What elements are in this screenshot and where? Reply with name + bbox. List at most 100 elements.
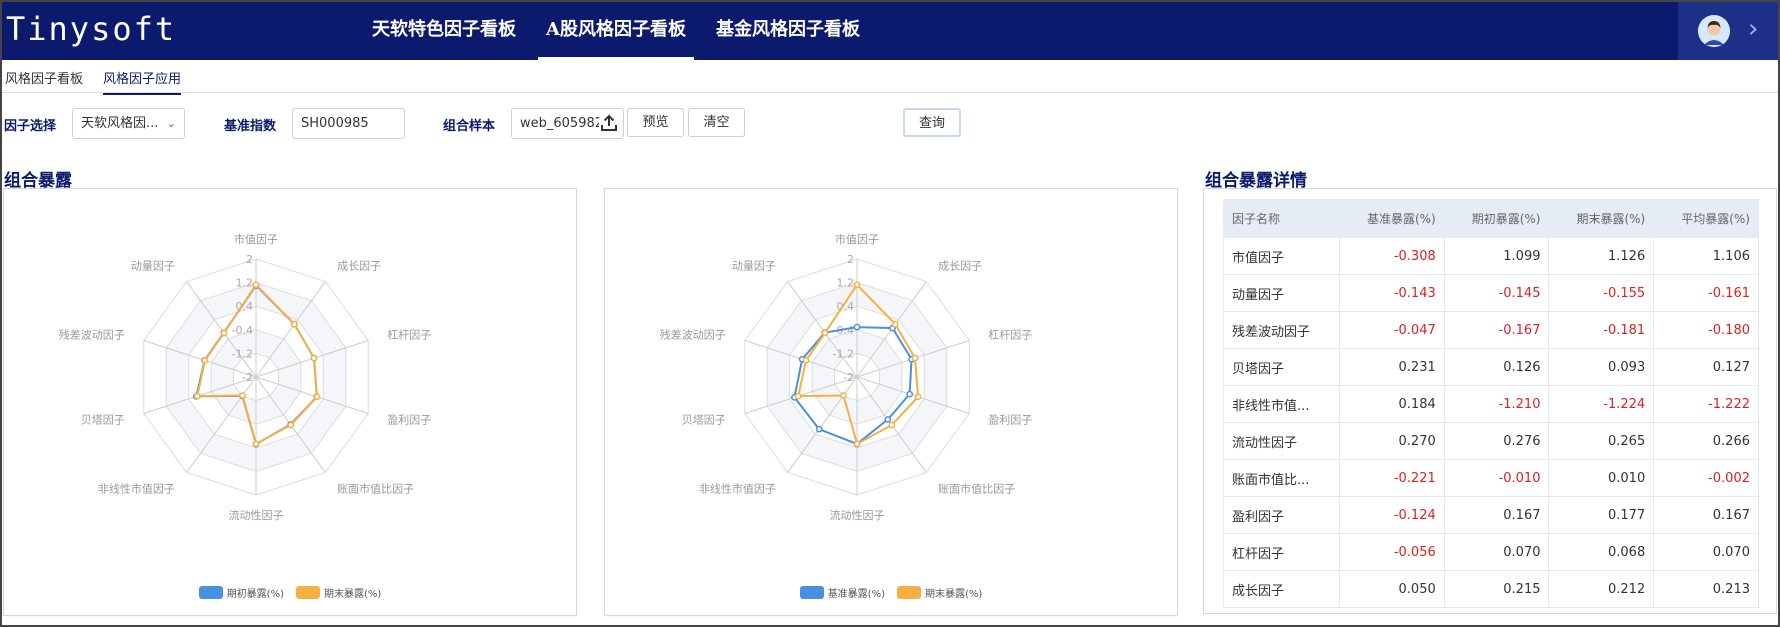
radar-data-point	[794, 392, 802, 400]
factor-name-cell: 贝塔因子	[1222, 348, 1341, 386]
benchmark-input[interactable]: SH000985	[292, 108, 405, 139]
value-cell: 0.010	[1548, 459, 1655, 497]
value-cell: -0.056	[1339, 533, 1445, 571]
radar-data-point	[193, 392, 201, 400]
value-cell: 0.167	[1443, 496, 1550, 534]
radar-chart-1: 21.20.4-0.4-1.2-2市值因子成长因子杠杆因子盈利因子账面市值比因子…	[59, 232, 431, 522]
radar-chart-2: 21.20.4-0.4-1.2-2市值因子成长因子杠杆因子盈利因子账面市值比因子…	[660, 232, 1032, 522]
top-nav: 天软特色因子看板 A股风格因子看板 基金风格因子看板	[364, 2, 882, 60]
clear-button[interactable]: 清空	[688, 108, 745, 137]
nav-tab-fund-style[interactable]: 基金风格因子看板	[708, 2, 868, 60]
value-cell: -0.143	[1339, 274, 1445, 312]
value-cell: -0.181	[1548, 311, 1655, 349]
value-cell: 0.215	[1443, 570, 1550, 608]
radar-tick-label: -0.4	[232, 324, 253, 337]
value-cell: -0.124	[1339, 496, 1445, 534]
chevron-right-icon[interactable]: ›	[1748, 14, 1758, 44]
table-row: 盈利因子 -0.124 0.167 0.177 0.167	[1222, 496, 1759, 534]
value-cell: -0.155	[1548, 274, 1655, 312]
radar-data-point	[220, 329, 228, 337]
column-header: 平均暴露(%)	[1653, 199, 1759, 238]
chart-legend-2: 基准暴露(%) 期末暴露(%)	[605, 585, 1177, 600]
subtab-style-application[interactable]: 风格因子应用	[103, 68, 182, 95]
legend-swatch-blue	[799, 586, 824, 599]
radar-tick-label: 1.2	[837, 277, 855, 290]
radar-tick-label: -2	[242, 371, 253, 384]
value-cell: -0.002	[1653, 459, 1759, 497]
factor-name-cell: 盈利因子	[1222, 496, 1341, 534]
value-cell: 0.265	[1548, 422, 1655, 460]
legend-swatch-orange	[296, 586, 320, 599]
subtab-style-board[interactable]: 风格因子看板	[5, 68, 83, 87]
nav-tab-a-share-style[interactable]: A股风格因子看板	[538, 2, 694, 60]
legend-item[interactable]: 期末暴露(%)	[897, 585, 982, 600]
sample-input[interactable]: web_6059828	[511, 108, 624, 139]
radar-indicator-label: 市值因子	[835, 232, 879, 246]
radar-indicator-label: 流动性因子	[229, 508, 284, 522]
value-cell: 0.270	[1339, 422, 1445, 460]
column-header: 期初暴露(%)	[1443, 199, 1550, 238]
radar-chart-panel-1: 2 1.2 0.4 -0.4 -1.2 -2 市值因子 成长因子 杠杆因子 盈利因子 账面市值比因子…	[3, 188, 577, 616]
radar-data-point	[821, 329, 829, 337]
upload-icon[interactable]	[599, 113, 619, 138]
value-cell: -0.308	[1339, 237, 1445, 275]
factor-name-cell: 成长因子	[1222, 570, 1341, 608]
factor-name-cell: 动量因子	[1222, 274, 1341, 312]
chart-legend-1: 期初暴露(%) 期末暴露(%)	[4, 585, 576, 600]
nav-tab-tinysoft-factors[interactable]: 天软特色因子看板	[364, 2, 524, 60]
value-cell: -1.222	[1653, 385, 1759, 423]
radar-data-point	[287, 421, 295, 429]
user-menu[interactable]: ›	[1678, 2, 1778, 60]
legend-item[interactable]: 期初暴露(%)	[198, 585, 284, 600]
value-cell: 0.276	[1443, 422, 1550, 460]
radar-tick-label: -1.2	[833, 347, 854, 360]
factor-name-cell: 账面市值比...	[1222, 459, 1341, 497]
value-cell: 0.126	[1443, 348, 1550, 386]
app-logo: Tinysoft	[6, 10, 177, 48]
value-cell: -0.180	[1653, 311, 1759, 349]
value-cell: -0.047	[1339, 311, 1445, 349]
factor-select-label: 因子选择	[4, 119, 57, 134]
value-cell: -0.145	[1443, 274, 1550, 312]
table-header-row: 因子名称 基准暴露(%) 期初暴露(%) 期末暴露(%) 平均暴露(%)	[1222, 199, 1759, 238]
preview-button[interactable]: 预览	[627, 108, 684, 137]
radar-tick-label: 1.2	[236, 277, 254, 290]
radar-data-point	[914, 393, 922, 401]
exposure-detail-table: 因子名称 基准暴露(%) 期初暴露(%) 期末暴露(%) 平均暴露(%) 市值因…	[1222, 199, 1759, 608]
value-cell: -0.221	[1339, 459, 1445, 497]
legend-swatch-blue	[198, 586, 223, 599]
radar-data-point	[884, 416, 892, 423]
avatar-icon	[1698, 15, 1730, 47]
table-row: 杠杆因子 -0.056 0.070 0.068 0.070	[1222, 533, 1759, 571]
value-cell: 0.177	[1548, 496, 1655, 534]
factor-name-cell: 非线性市值...	[1222, 385, 1341, 423]
table-row: 贝塔因子 0.231 0.126 0.093 0.127	[1222, 348, 1759, 386]
value-cell: -0.161	[1653, 274, 1759, 312]
value-cell: -1.224	[1548, 385, 1655, 423]
factor-name-cell: 残差波动因子	[1222, 311, 1341, 349]
table-row: 市值因子 -0.308 1.099 1.126 1.106	[1222, 237, 1759, 275]
factor-select[interactable]: 天软风格因... ⌄	[72, 108, 185, 139]
exposure-detail-panel: 因子名称 基准暴露(%) 期初暴露(%) 期末暴露(%) 平均暴露(%) 市值因…	[1203, 188, 1777, 614]
sub-tabs: 风格因子看板 风格因子应用	[2, 60, 1778, 95]
value-cell: 0.266	[1653, 422, 1759, 460]
radar-indicator-label: 账面市值比因子	[938, 482, 1015, 496]
legend-item[interactable]: 期末暴露(%)	[296, 585, 381, 600]
radar-data-point	[313, 393, 321, 401]
radar-indicator-label: 贝塔因子	[682, 414, 726, 427]
table-row: 成长因子 0.050 0.215 0.212 0.213	[1222, 570, 1759, 608]
avatar[interactable]	[1698, 15, 1730, 47]
value-cell: 0.213	[1653, 570, 1759, 608]
legend-item[interactable]: 基准暴露(%)	[799, 585, 885, 600]
legend-label: 期初暴露(%)	[226, 589, 284, 600]
value-cell: 0.093	[1548, 348, 1655, 386]
radar-data-point	[853, 281, 861, 289]
value-cell: 0.070	[1443, 533, 1550, 571]
value-cell: -1.210	[1443, 385, 1550, 423]
query-button[interactable]: 查询	[903, 108, 961, 137]
value-cell: 1.126	[1548, 237, 1655, 275]
radar-indicator-label: 非线性市值因子	[98, 482, 175, 496]
radar-data-point	[840, 392, 847, 399]
sample-input-value: web_6059828	[520, 116, 612, 131]
radar-indicator-label: 残差波动因子	[59, 327, 125, 341]
